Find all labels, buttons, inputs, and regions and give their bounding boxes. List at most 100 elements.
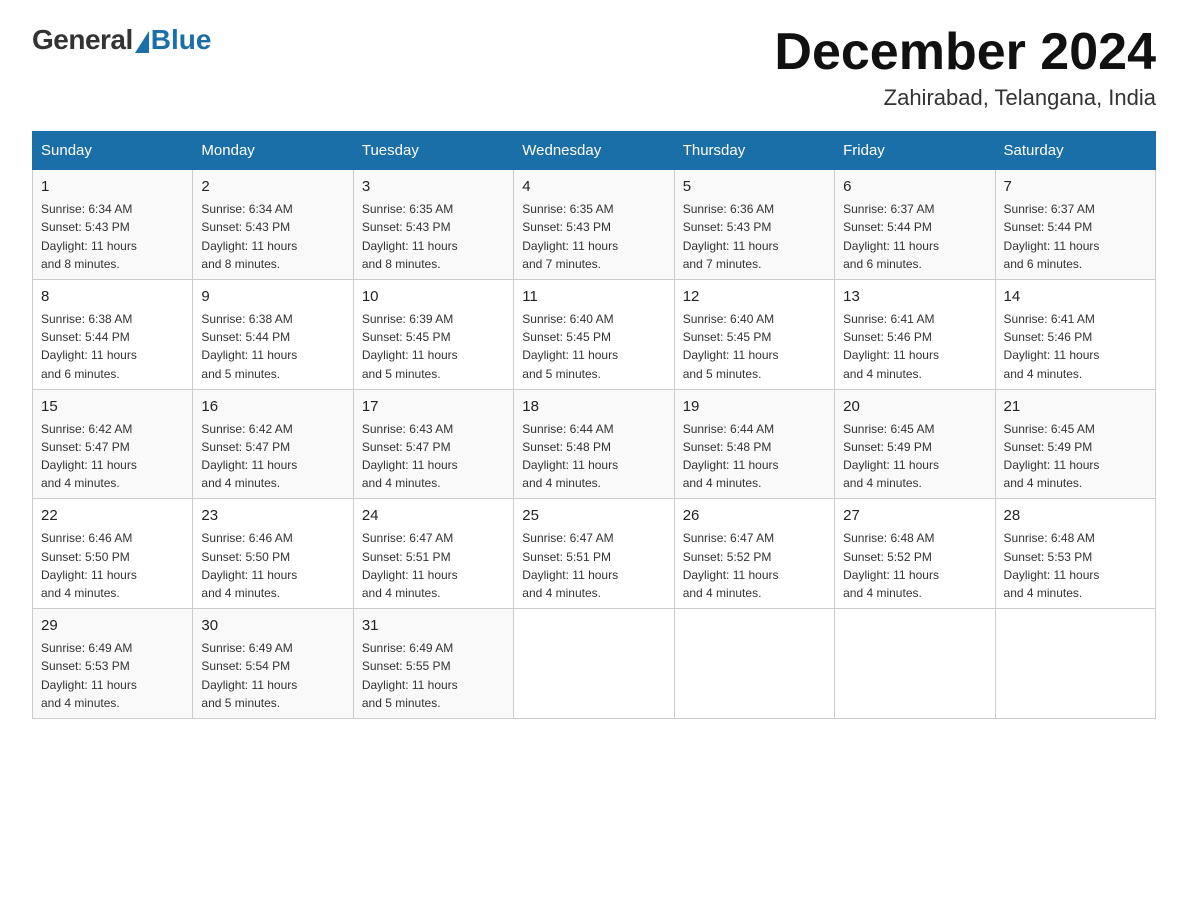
- day-info: Sunrise: 6:42 AMSunset: 5:47 PMDaylight:…: [41, 422, 137, 491]
- calendar-week-row: 29 Sunrise: 6:49 AMSunset: 5:53 PMDaylig…: [33, 609, 1156, 719]
- day-info: Sunrise: 6:34 AMSunset: 5:43 PMDaylight:…: [41, 202, 137, 271]
- day-info: Sunrise: 6:48 AMSunset: 5:53 PMDaylight:…: [1004, 531, 1100, 600]
- col-header-wednesday: Wednesday: [514, 132, 674, 170]
- location-subtitle: Zahirabad, Telangana, India: [774, 85, 1156, 111]
- calendar-week-row: 8 Sunrise: 6:38 AMSunset: 5:44 PMDayligh…: [33, 279, 1156, 389]
- day-number: 11: [522, 286, 665, 307]
- calendar-cell: [514, 609, 674, 719]
- calendar-cell: 17 Sunrise: 6:43 AMSunset: 5:47 PMDaylig…: [353, 389, 513, 499]
- day-info: Sunrise: 6:41 AMSunset: 5:46 PMDaylight:…: [843, 312, 939, 381]
- day-info: Sunrise: 6:44 AMSunset: 5:48 PMDaylight:…: [522, 422, 618, 491]
- day-info: Sunrise: 6:35 AMSunset: 5:43 PMDaylight:…: [522, 202, 618, 271]
- day-number: 8: [41, 286, 184, 307]
- title-block: December 2024 Zahirabad, Telangana, Indi…: [774, 24, 1156, 111]
- day-number: 20: [843, 396, 986, 417]
- day-number: 2: [201, 176, 344, 197]
- day-number: 5: [683, 176, 826, 197]
- day-number: 3: [362, 176, 505, 197]
- day-info: Sunrise: 6:34 AMSunset: 5:43 PMDaylight:…: [201, 202, 297, 271]
- day-info: Sunrise: 6:47 AMSunset: 5:51 PMDaylight:…: [522, 531, 618, 600]
- calendar-cell: 16 Sunrise: 6:42 AMSunset: 5:47 PMDaylig…: [193, 389, 353, 499]
- day-number: 26: [683, 505, 826, 526]
- calendar-cell: 9 Sunrise: 6:38 AMSunset: 5:44 PMDayligh…: [193, 279, 353, 389]
- day-number: 22: [41, 505, 184, 526]
- day-number: 27: [843, 505, 986, 526]
- calendar-cell: [995, 609, 1155, 719]
- day-number: 7: [1004, 176, 1147, 197]
- day-number: 10: [362, 286, 505, 307]
- day-info: Sunrise: 6:39 AMSunset: 5:45 PMDaylight:…: [362, 312, 458, 381]
- calendar-cell: 14 Sunrise: 6:41 AMSunset: 5:46 PMDaylig…: [995, 279, 1155, 389]
- calendar-cell: 12 Sunrise: 6:40 AMSunset: 5:45 PMDaylig…: [674, 279, 834, 389]
- day-info: Sunrise: 6:46 AMSunset: 5:50 PMDaylight:…: [201, 531, 297, 600]
- day-info: Sunrise: 6:38 AMSunset: 5:44 PMDaylight:…: [201, 312, 297, 381]
- month-year-title: December 2024: [774, 24, 1156, 81]
- calendar-header-row: SundayMondayTuesdayWednesdayThursdayFrid…: [33, 132, 1156, 170]
- day-info: Sunrise: 6:45 AMSunset: 5:49 PMDaylight:…: [1004, 422, 1100, 491]
- col-header-tuesday: Tuesday: [353, 132, 513, 170]
- day-number: 17: [362, 396, 505, 417]
- day-info: Sunrise: 6:47 AMSunset: 5:52 PMDaylight:…: [683, 531, 779, 600]
- day-info: Sunrise: 6:37 AMSunset: 5:44 PMDaylight:…: [1004, 202, 1100, 271]
- day-number: 9: [201, 286, 344, 307]
- day-info: Sunrise: 6:36 AMSunset: 5:43 PMDaylight:…: [683, 202, 779, 271]
- day-number: 4: [522, 176, 665, 197]
- calendar-cell: 21 Sunrise: 6:45 AMSunset: 5:49 PMDaylig…: [995, 389, 1155, 499]
- calendar-cell: 30 Sunrise: 6:49 AMSunset: 5:54 PMDaylig…: [193, 609, 353, 719]
- day-number: 6: [843, 176, 986, 197]
- calendar-cell: 2 Sunrise: 6:34 AMSunset: 5:43 PMDayligh…: [193, 170, 353, 280]
- day-info: Sunrise: 6:44 AMSunset: 5:48 PMDaylight:…: [683, 422, 779, 491]
- day-number: 12: [683, 286, 826, 307]
- calendar-cell: 8 Sunrise: 6:38 AMSunset: 5:44 PMDayligh…: [33, 279, 193, 389]
- calendar-cell: [835, 609, 995, 719]
- day-number: 21: [1004, 396, 1147, 417]
- day-info: Sunrise: 6:45 AMSunset: 5:49 PMDaylight:…: [843, 422, 939, 491]
- day-number: 18: [522, 396, 665, 417]
- calendar-cell: 6 Sunrise: 6:37 AMSunset: 5:44 PMDayligh…: [835, 170, 995, 280]
- calendar-cell: 31 Sunrise: 6:49 AMSunset: 5:55 PMDaylig…: [353, 609, 513, 719]
- day-info: Sunrise: 6:49 AMSunset: 5:54 PMDaylight:…: [201, 641, 297, 710]
- calendar-cell: 3 Sunrise: 6:35 AMSunset: 5:43 PMDayligh…: [353, 170, 513, 280]
- calendar-week-row: 15 Sunrise: 6:42 AMSunset: 5:47 PMDaylig…: [33, 389, 1156, 499]
- calendar-cell: 28 Sunrise: 6:48 AMSunset: 5:53 PMDaylig…: [995, 499, 1155, 609]
- day-info: Sunrise: 6:37 AMSunset: 5:44 PMDaylight:…: [843, 202, 939, 271]
- col-header-friday: Friday: [835, 132, 995, 170]
- day-info: Sunrise: 6:43 AMSunset: 5:47 PMDaylight:…: [362, 422, 458, 491]
- day-number: 16: [201, 396, 344, 417]
- day-number: 14: [1004, 286, 1147, 307]
- day-info: Sunrise: 6:40 AMSunset: 5:45 PMDaylight:…: [522, 312, 618, 381]
- calendar-cell: 13 Sunrise: 6:41 AMSunset: 5:46 PMDaylig…: [835, 279, 995, 389]
- day-number: 29: [41, 615, 184, 636]
- day-info: Sunrise: 6:40 AMSunset: 5:45 PMDaylight:…: [683, 312, 779, 381]
- logo-blue-text: Blue: [151, 24, 212, 56]
- calendar-cell: 1 Sunrise: 6:34 AMSunset: 5:43 PMDayligh…: [33, 170, 193, 280]
- calendar-week-row: 1 Sunrise: 6:34 AMSunset: 5:43 PMDayligh…: [33, 170, 1156, 280]
- day-info: Sunrise: 6:48 AMSunset: 5:52 PMDaylight:…: [843, 531, 939, 600]
- day-number: 24: [362, 505, 505, 526]
- day-number: 19: [683, 396, 826, 417]
- col-header-thursday: Thursday: [674, 132, 834, 170]
- day-info: Sunrise: 6:47 AMSunset: 5:51 PMDaylight:…: [362, 531, 458, 600]
- calendar-cell: 23 Sunrise: 6:46 AMSunset: 5:50 PMDaylig…: [193, 499, 353, 609]
- logo-general-text: General: [32, 24, 133, 56]
- logo: General Blue: [32, 24, 211, 56]
- calendar-cell: 5 Sunrise: 6:36 AMSunset: 5:43 PMDayligh…: [674, 170, 834, 280]
- day-number: 30: [201, 615, 344, 636]
- day-info: Sunrise: 6:35 AMSunset: 5:43 PMDaylight:…: [362, 202, 458, 271]
- day-number: 25: [522, 505, 665, 526]
- col-header-sunday: Sunday: [33, 132, 193, 170]
- calendar-cell: [674, 609, 834, 719]
- calendar-week-row: 22 Sunrise: 6:46 AMSunset: 5:50 PMDaylig…: [33, 499, 1156, 609]
- day-info: Sunrise: 6:41 AMSunset: 5:46 PMDaylight:…: [1004, 312, 1100, 381]
- calendar-cell: 7 Sunrise: 6:37 AMSunset: 5:44 PMDayligh…: [995, 170, 1155, 280]
- day-info: Sunrise: 6:49 AMSunset: 5:53 PMDaylight:…: [41, 641, 137, 710]
- day-number: 28: [1004, 505, 1147, 526]
- day-number: 31: [362, 615, 505, 636]
- day-number: 23: [201, 505, 344, 526]
- day-info: Sunrise: 6:49 AMSunset: 5:55 PMDaylight:…: [362, 641, 458, 710]
- calendar-cell: 19 Sunrise: 6:44 AMSunset: 5:48 PMDaylig…: [674, 389, 834, 499]
- calendar-cell: 27 Sunrise: 6:48 AMSunset: 5:52 PMDaylig…: [835, 499, 995, 609]
- calendar-cell: 25 Sunrise: 6:47 AMSunset: 5:51 PMDaylig…: [514, 499, 674, 609]
- calendar-cell: 22 Sunrise: 6:46 AMSunset: 5:50 PMDaylig…: [33, 499, 193, 609]
- calendar-cell: 11 Sunrise: 6:40 AMSunset: 5:45 PMDaylig…: [514, 279, 674, 389]
